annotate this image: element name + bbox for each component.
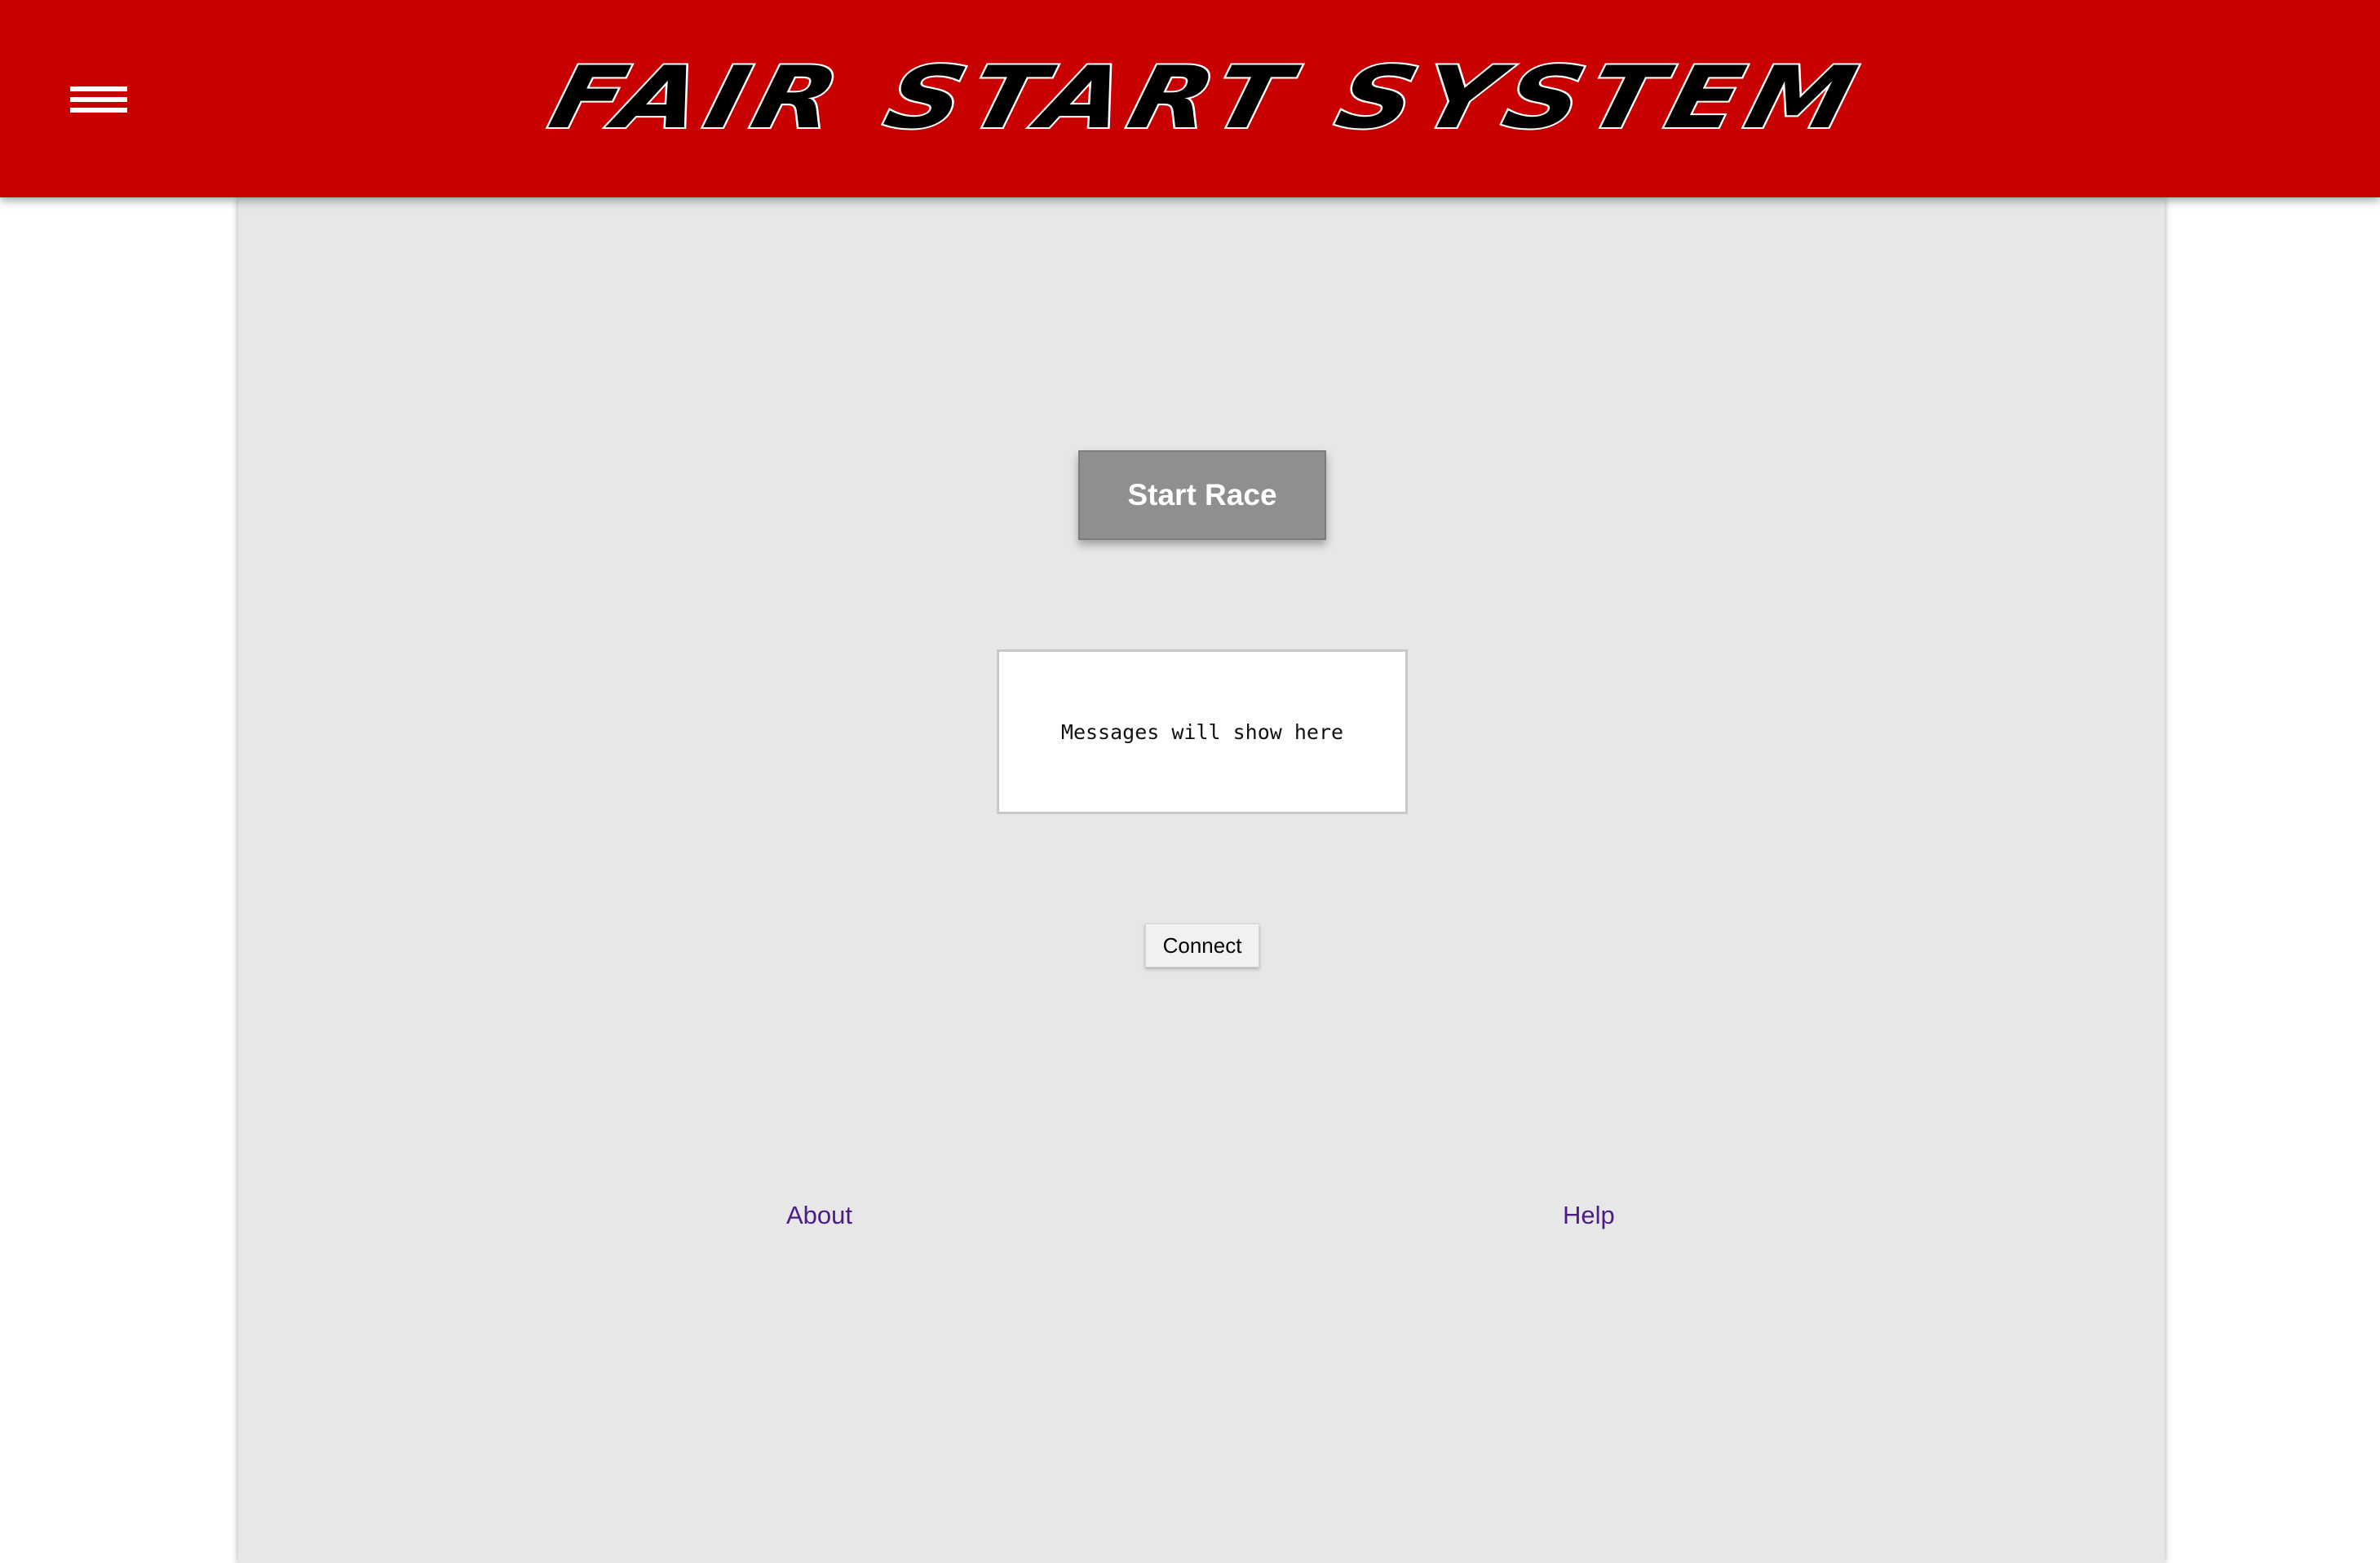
main-panel: [238, 197, 2165, 1563]
connect-button[interactable]: Connect: [1145, 923, 1259, 967]
hamburger-menu-icon[interactable]: [64, 80, 129, 119]
start-race-button[interactable]: Start Race: [1078, 450, 1326, 540]
message-display: Messages will show here: [997, 649, 1408, 814]
menu-bar: [70, 108, 127, 113]
about-link[interactable]: About: [786, 1201, 852, 1230]
help-link[interactable]: Help: [1563, 1201, 1615, 1230]
app-title-logo: Fair Start System: [539, 46, 1875, 150]
app-header: Fair Start System: [0, 0, 2380, 197]
menu-bar: [70, 97, 127, 102]
menu-bar: [70, 86, 127, 91]
